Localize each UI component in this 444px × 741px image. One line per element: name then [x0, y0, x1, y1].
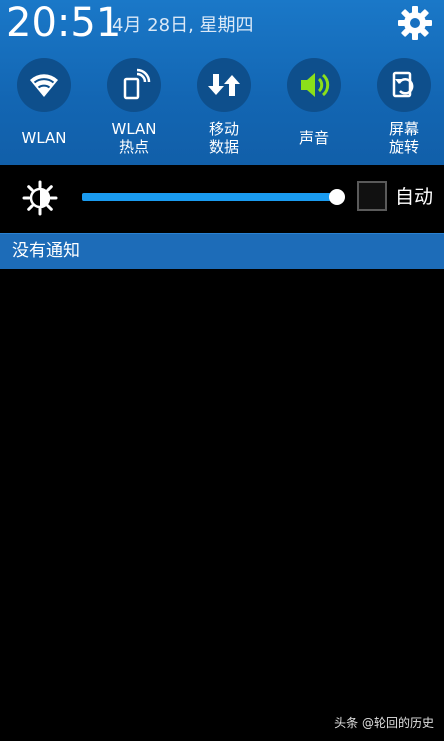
- tile-sound-label: 声音: [298, 129, 329, 147]
- screen-rotation-icon: [392, 71, 414, 98]
- hotspot-icon: [123, 68, 151, 100]
- tile-sound-circle: [287, 58, 341, 112]
- tile-wlan-circle: [17, 58, 71, 112]
- wifi-icon: [30, 74, 58, 97]
- notification-shade: 20:51 4月 28日, 星期四 WLAN WLAN 热点 移动 数据 声音 …: [0, 0, 444, 741]
- brightness-slider[interactable]: [82, 189, 345, 205]
- tile-wlan-label: WLAN: [21, 129, 67, 147]
- sound-icon: [301, 73, 330, 97]
- brightness-row: 自动: [0, 165, 444, 233]
- tile-mobile-data-circle: [197, 58, 251, 112]
- tile-screen-rotation[interactable]: 屏幕 旋转: [366, 58, 442, 162]
- brightness-icon: [22, 180, 58, 216]
- mobile-data-icon: [208, 74, 240, 96]
- tile-screen-rotation-circle: [377, 58, 431, 112]
- tile-wlan[interactable]: WLAN: [6, 58, 82, 162]
- date: 4月 28日, 星期四: [112, 15, 254, 36]
- tile-mobile-data[interactable]: 移动 数据: [186, 58, 262, 162]
- tile-hotspot-label: WLAN 热点: [111, 120, 157, 156]
- auto-brightness-checkbox[interactable]: [357, 181, 387, 211]
- auto-brightness-label: 自动: [395, 186, 434, 208]
- watermark: 头条 @轮回的历史: [334, 716, 434, 730]
- quick-settings-panel: 20:51 4月 28日, 星期四 WLAN WLAN 热点 移动 数据 声音 …: [0, 0, 444, 165]
- clock: 20:51: [6, 0, 122, 46]
- settings-button[interactable]: [394, 2, 436, 44]
- no-notifications-text: 没有通知: [12, 241, 80, 261]
- tile-hotspot[interactable]: WLAN 热点: [96, 58, 172, 162]
- tile-screen-rotation-label: 屏幕 旋转: [388, 120, 419, 156]
- tile-sound[interactable]: 声音: [276, 58, 352, 162]
- tile-mobile-data-label: 移动 数据: [208, 120, 239, 156]
- gear-icon: [398, 6, 432, 40]
- tile-hotspot-circle: [107, 58, 161, 112]
- brightness-slider-thumb[interactable]: [329, 189, 345, 205]
- notifications-header: 没有通知: [0, 233, 444, 269]
- brightness-slider-fill: [82, 193, 337, 201]
